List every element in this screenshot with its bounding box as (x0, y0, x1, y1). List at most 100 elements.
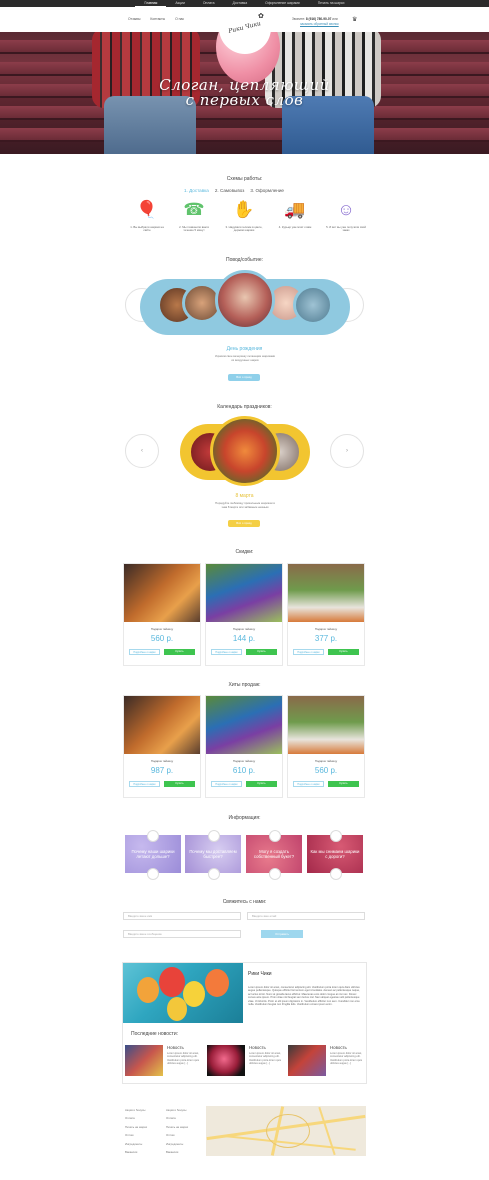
news-image[interactable] (207, 1045, 245, 1076)
topnav-item-delivery[interactable]: Доставка (224, 0, 257, 7)
cart-icon[interactable]: ♛ (352, 16, 357, 23)
product-more-button[interactable]: Подробнее о шарах (293, 649, 324, 655)
info-dot (330, 830, 342, 842)
news-text: Lorem ipsum dolor sit amet, consectetur … (167, 1052, 200, 1066)
email-field[interactable]: Введите ваш email (247, 912, 365, 920)
product-name: Подарок тайницу (150, 759, 174, 763)
footer-link[interactable]: Ингредиенты (125, 1140, 165, 1148)
buy-button[interactable]: Купить (164, 649, 195, 655)
product-price: 560 р. (150, 634, 174, 643)
info-dot (147, 830, 159, 842)
product-name: Подарок тайницу (314, 759, 338, 763)
buy-button[interactable]: Купить (328, 781, 359, 787)
footer-link[interactable]: Печать на шарах (125, 1123, 165, 1131)
product-more-button[interactable]: Подробнее о шарах (211, 781, 242, 787)
calendar-next-button[interactable]: › (330, 434, 364, 468)
topnav-item-promo[interactable]: Акции (166, 0, 193, 7)
product-image[interactable] (206, 564, 282, 622)
nav-item-contacts[interactable]: Контакты (150, 17, 165, 21)
product-more-button[interactable]: Подробнее о шарах (293, 781, 324, 787)
news-text: Lorem ipsum dolor sit amet, consectetur … (249, 1052, 282, 1066)
footer-link[interactable]: Акция и бонусы (125, 1106, 165, 1114)
news-image[interactable] (288, 1045, 326, 1076)
hero-slogan: Слоган, цепляющий с первых слов (0, 78, 489, 108)
occasion-description: Украсим свое вечеринку летающим шариками… (214, 354, 276, 362)
calendar-description: Порадуйте любимицу прикольным шариком в … (215, 501, 275, 509)
phone-number[interactable]: 8 (916) 780-90-07 (306, 17, 332, 21)
message-field[interactable]: Введите ваше сообщение (123, 930, 241, 938)
calendar-prev-button[interactable]: ‹ (125, 434, 159, 468)
occasion-more-button[interactable]: Всё о празд (228, 374, 260, 381)
occasion-main-image[interactable] (215, 270, 275, 330)
product-more-button[interactable]: Подробнее о шарах (129, 649, 160, 655)
tab-pickup[interactable]: 2. Самовывоз (215, 188, 245, 193)
topnav-item-payment[interactable]: Оплата (194, 0, 224, 7)
product-image[interactable] (206, 696, 282, 754)
scheme-step: ☎ 2. Мы позвонили вам в течение 5 минут (174, 200, 214, 233)
occasion-thumb[interactable] (293, 285, 333, 325)
news-heading[interactable]: Новость (249, 1045, 266, 1050)
product-more-button[interactable]: Подробнее о шарах (129, 781, 160, 787)
map[interactable] (206, 1106, 366, 1156)
nav-item-about[interactable]: О нас (175, 17, 184, 21)
news-item[interactable]: Новость Lorem ipsum dolor sit amet, cons… (207, 1045, 281, 1077)
hand-balloon-icon: ✋ (233, 200, 255, 219)
buy-button[interactable]: Купить (164, 781, 195, 787)
step-text: 3. Надували гелием в цвете, держим шарик… (225, 225, 263, 233)
news-item[interactable]: Новость Lorem ipsum dolor sit amet, cons… (125, 1045, 199, 1077)
product-more-button[interactable]: Подробнее о шарах (211, 649, 242, 655)
product-card: Подарок тайницу 144 р. Подробнее о шарах… (205, 563, 283, 666)
footer-link[interactable]: Вакансии (125, 1148, 165, 1156)
calendar-main-image[interactable] (210, 416, 280, 486)
calendar-more-button[interactable]: Всё о празд (228, 520, 260, 527)
contact-title: Свяжитесь с нами: (222, 899, 267, 905)
topnav-item-home[interactable]: Главная (135, 0, 167, 7)
operator-icon: ☎ (183, 200, 205, 219)
news-heading[interactable]: Новость (330, 1045, 347, 1050)
balloon-shape (183, 981, 205, 1007)
balloon-shape (137, 977, 159, 1003)
product-name: Подарок тайницу (232, 759, 256, 763)
news-heading[interactable]: Новость (167, 1045, 184, 1050)
tab-decoration[interactable]: 3. Оформление (250, 188, 284, 193)
step-text: 1. Вы выбрали шарики на сайте (130, 225, 164, 233)
about-block: Рики Чики Lorem ipsum dolor sit amet, co… (122, 962, 367, 1084)
info-tile-text: Могу я создать собственный букет? (253, 849, 295, 859)
bench-plank (0, 128, 489, 142)
product-image[interactable] (124, 564, 200, 622)
product-card: Подарок тайницу 560 р. Подробнее о шарах… (287, 695, 365, 798)
product-image[interactable] (124, 696, 200, 754)
footer-link[interactable]: Оплата (166, 1114, 206, 1122)
news-image[interactable] (125, 1045, 163, 1076)
product-image[interactable] (288, 696, 364, 754)
tab-delivery[interactable]: 1. Доставка (184, 188, 209, 193)
footer-link[interactable]: Печать на шарах (166, 1123, 206, 1131)
topnav-item-printing[interactable]: Печать на шарах (309, 0, 354, 7)
news-item[interactable]: Новость Lorem ipsum dolor sit amet, cons… (288, 1045, 362, 1077)
callback-link[interactable]: заказать обратный звонок (300, 22, 339, 26)
footer-link[interactable]: Оптом (166, 1131, 206, 1139)
buy-button[interactable]: Купить (246, 649, 277, 655)
product-card: Подарок тайницу 987 р. Подробнее о шарах… (123, 695, 201, 798)
footer-link[interactable]: Оплата (125, 1114, 165, 1122)
nav-item-reviews[interactable]: Отзывы (128, 17, 140, 21)
footer-link[interactable]: Акция и бонусы (166, 1106, 206, 1114)
footer-link[interactable]: Вакансии (166, 1148, 206, 1156)
product-name: Подарок тайницу (314, 627, 338, 631)
scheme-step: 🎈 1. Вы выбрали шарики на сайте (127, 200, 167, 233)
name-field[interactable]: Введите ваше имя (123, 912, 241, 920)
footer-link[interactable]: Оптом (125, 1131, 165, 1139)
calendar-title: Календарь праздников: (217, 404, 272, 410)
send-button[interactable]: Отправить (261, 930, 303, 938)
sale-title: Скидки: (235, 549, 254, 555)
about-image (123, 963, 243, 1023)
info-tile-text: Почему мы доставляем быстрее? (189, 849, 237, 859)
buy-button[interactable]: Купить (328, 649, 359, 655)
topnav-item-decoration[interactable]: Оформление шарами (256, 0, 309, 7)
phone-label: Звоните: (292, 17, 305, 21)
phone-suffix: или (332, 17, 338, 21)
footer-link[interactable]: Ингредиенты (166, 1140, 206, 1148)
product-image[interactable] (288, 564, 364, 622)
info-tile-text: Почему наши шарики летают дольше? (131, 849, 175, 859)
buy-button[interactable]: Купить (246, 781, 277, 787)
